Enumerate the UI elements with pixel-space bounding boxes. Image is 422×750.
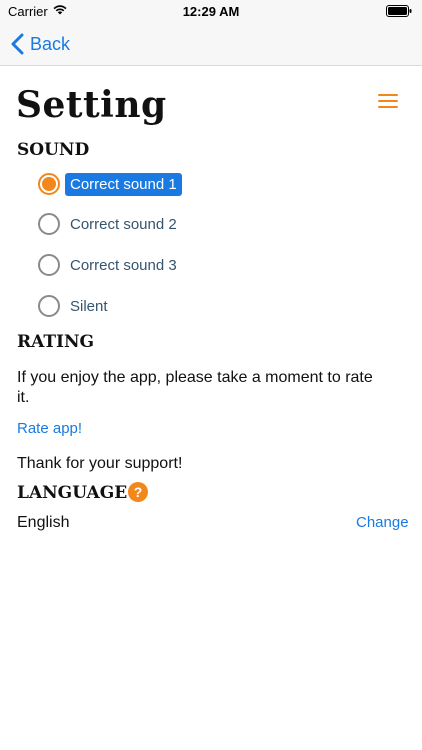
page-title: Setting bbox=[16, 84, 167, 126]
clock: 12:29 AM bbox=[182, 4, 240, 19]
back-label: Back bbox=[30, 33, 71, 54]
status-bar: Carrier 12:29 AM bbox=[0, 0, 422, 22]
navigation-bar: Back bbox=[0, 22, 422, 66]
thanks-text: Thank for your support! bbox=[17, 455, 183, 472]
rate-app-link[interactable]: Rate app! bbox=[17, 420, 82, 437]
sound-option-3[interactable]: Correct sound 3 bbox=[38, 252, 182, 278]
change-language-link[interactable]: Change bbox=[356, 514, 409, 531]
radio-unselected-icon bbox=[38, 295, 60, 317]
back-chevron-icon bbox=[11, 33, 24, 55]
language-heading: LANGUAGE bbox=[17, 483, 128, 503]
menu-icon[interactable] bbox=[378, 92, 400, 110]
sound-option-label: Correct sound 1 bbox=[65, 172, 182, 196]
sound-option-label: Correct sound 3 bbox=[70, 256, 177, 274]
help-icon[interactable]: ? bbox=[128, 482, 148, 502]
back-button[interactable]: Back bbox=[10, 31, 70, 57]
sound-option-2[interactable]: Correct sound 2 bbox=[38, 211, 182, 237]
sound-option-label: Silent bbox=[70, 297, 108, 315]
rating-description: If you enjoy the app, please take a mome… bbox=[17, 369, 373, 406]
sound-option-silent[interactable]: Silent bbox=[38, 293, 113, 319]
sound-option-label: Correct sound 2 bbox=[70, 215, 177, 233]
current-language: English bbox=[17, 514, 70, 531]
rating-heading: RATING bbox=[17, 332, 95, 352]
radio-unselected-icon bbox=[38, 254, 60, 276]
radio-unselected-icon bbox=[38, 213, 60, 235]
sound-option-1[interactable]: Correct sound 1 bbox=[38, 171, 182, 197]
battery-icon bbox=[386, 5, 412, 17]
sound-heading: SOUND bbox=[17, 140, 90, 160]
radio-selected-icon bbox=[38, 173, 60, 195]
